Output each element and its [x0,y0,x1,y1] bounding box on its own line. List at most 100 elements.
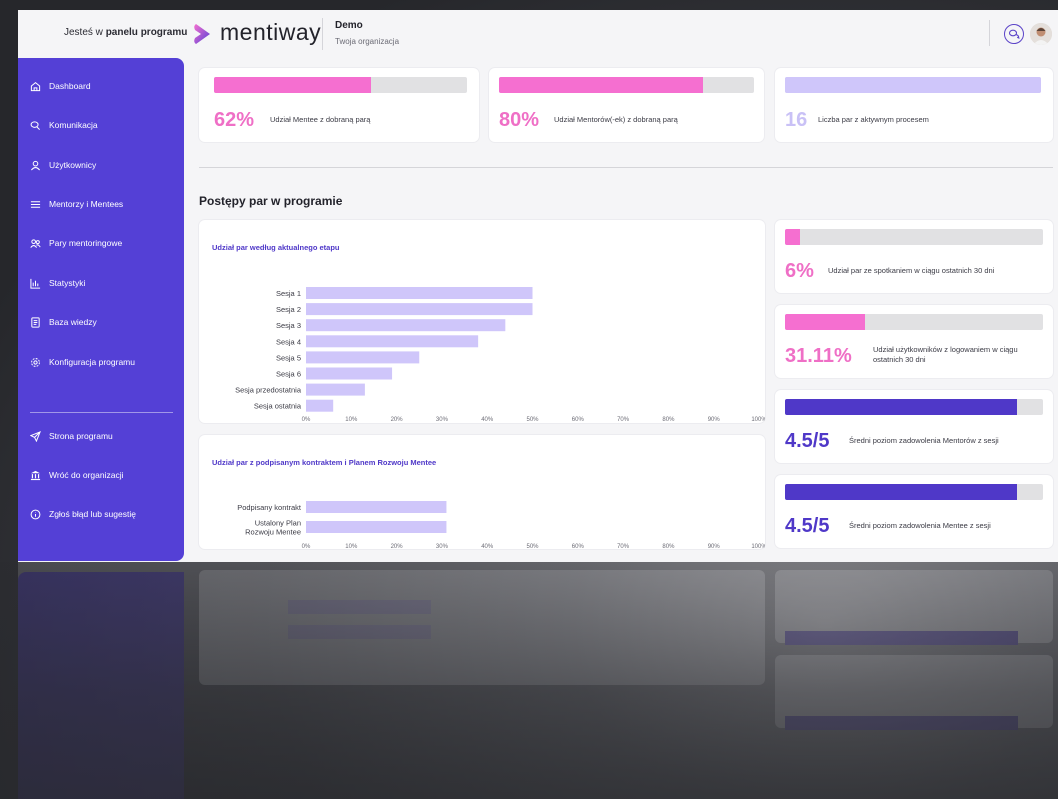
stat-value: 6% [785,260,814,282]
stat-label: Udział Mentee z dobraną parą [270,115,371,124]
logo-text[interactable]: mentiway [220,19,321,46]
progress-bar [214,77,467,93]
stat-label: Udział Mentorów(-ek) z dobraną parą [554,115,678,124]
sidebar-item-zglos-blad[interactable]: Zgłoś błąd lub sugestię [30,506,136,522]
section-divider [199,167,1053,168]
chat-bubbles-icon[interactable] [1004,24,1024,44]
divider [989,20,990,46]
tick-label: 40% [481,417,494,423]
sidebar-item-wroc-do-organizacji[interactable]: Wróć do organizacji [30,467,124,483]
progress-fill [785,314,866,330]
sidebar-item-statystyki[interactable]: Statystyki [30,275,85,291]
tick-label: 10% [345,417,358,423]
sidebar-item-uzytkownicy[interactable]: Użytkownicy [30,157,96,173]
category-label: Sesja 4 [276,337,301,346]
bar[interactable] [306,367,393,380]
top-bar: Jesteś w panelu programu mentiway Demo T… [18,10,1058,58]
tick-label: 100% [751,417,765,423]
category-label: Sesja 3 [276,321,301,330]
stat-label-line: ostatnich 30 dni [873,355,926,364]
tick-label: 90% [708,544,721,549]
bar[interactable] [306,287,533,299]
info-icon [30,509,41,519]
progress-fill [785,399,1018,415]
panel-indicator-name: panelu programu [105,27,188,38]
sidebar-item-label: Strona programu [49,431,113,441]
stat-label: Średni poziom zadowolenia Mentorów z ses… [849,436,999,445]
stat-value: 4.5/5 [785,515,830,537]
stat-card-mentee-satisfaction: 4.5/5 Średni poziom zadowolenia Mentee z… [775,475,1053,548]
bar[interactable] [306,303,533,316]
tick-label: 60% [572,417,585,423]
chat-icon [30,120,40,130]
progress-bar [785,399,1043,415]
tick-label: 80% [662,544,675,549]
stat-card-logins: 31.11% Udział użytkowników z logowaniem … [775,305,1053,378]
progress-fill [214,77,371,93]
stage-bar-chart: Sesja 1 Sesja 2 Sesja 3 Sesja 4 Sesja 5 Sesja… [235,287,765,423]
sidebar-item-komunikacja[interactable]: Komunikacja [30,117,98,133]
sidebar-item-label: Dashboard [49,81,91,91]
tick-label: 80% [662,417,675,423]
tick-label: 70% [617,417,630,423]
sidebar-item-label: Statystyki [49,278,86,288]
mentiway-logo-icon[interactable] [193,22,213,46]
section-title: Postępy par w programie [199,194,343,208]
gear-icon [31,357,40,367]
bar[interactable] [306,399,334,412]
category-label: Sesja 1 [276,289,301,298]
bank-icon [30,470,41,480]
tick-label: 0% [302,417,311,423]
tick-label: 100% [751,544,765,549]
category-label: Ustalony Plan [255,519,301,528]
tick-label: 70% [617,544,630,549]
users-icon [30,238,41,248]
bar[interactable] [306,521,447,533]
sidebar-item-pary-mentoringowe[interactable]: Pary mentoringowe [30,235,122,251]
panel-indicator-prefix: Jesteś w [64,27,103,38]
stat-label-line: Udział użytkowników z logowaniem w ciągu [873,345,1018,354]
stat-label: Udział par ze spotkaniem w ciągu ostatni… [828,266,995,275]
tick-label: 50% [526,417,539,423]
user-avatar[interactable] [1030,23,1052,45]
chart-card-contract: Udział par z podpisanym kontraktem i Pla… [199,435,765,549]
tick-label: 60% [572,544,585,549]
bar-chart-icon [30,278,41,289]
bar[interactable] [306,335,479,348]
tick-label: 30% [436,544,449,549]
progress-bar [785,314,1043,330]
stat-card-mentor-satisfaction: 4.5/5 Średni poziom zadowolenia Mentorów… [775,390,1053,463]
sidebar-item-konfiguracja-programu[interactable]: Konfiguracja programu [30,354,135,370]
progress-bar [499,77,754,93]
sidebar-item-label: Użytkownicy [49,160,97,170]
sidebar-item-label: Mentorzy i Mentees [49,199,124,209]
sidebar-item-mentorzy-i-mentees[interactable]: Mentorzy i Mentees [30,196,123,212]
divider [322,18,323,50]
bar[interactable] [306,383,365,396]
organization-name[interactable]: Demo [335,20,363,31]
sidebar: Dashboard Komunikacja Użytkownicy Mentor… [18,58,184,561]
sidebar-item-dashboard[interactable]: Dashboard [30,78,91,94]
progress-fill [785,229,801,245]
stat-card-mentor-matched: 80% Udział Mentorów(-ek) z dobraną parą [489,68,764,142]
bar[interactable] [306,319,506,332]
organization-subtitle: Twoja organizacja [335,37,400,46]
user-icon [30,160,41,170]
book-icon [31,316,40,328]
list-icon [30,200,41,208]
sidebar-item-strona-programu[interactable]: Strona programu [30,428,113,444]
sidebar-item-label: Konfiguracja programu [49,357,135,367]
sidebar-item-label: Pary mentoringowe [49,238,123,248]
category-label: Sesja ostatnia [254,402,302,411]
chart-card-stage: Udział par według aktualnego etapu Sesja… [199,220,765,423]
bar[interactable] [306,351,420,364]
sidebar-item-label: Zgłoś błąd lub sugestię [49,509,136,519]
sidebar-item-baza-wiedzy[interactable]: Baza wiedzy [30,314,97,330]
sidebar-item-label: Wróć do organizacji [49,470,124,480]
sidebar-item-label: Komunikacja [49,120,98,130]
progress-fill [785,484,1018,500]
contract-bar-chart: Podpisany kontrakt Ustalony PlanRozwoju M… [237,501,765,549]
bar[interactable] [306,501,447,513]
tick-label: 0% [302,544,311,549]
sidebar-divider [30,412,173,413]
